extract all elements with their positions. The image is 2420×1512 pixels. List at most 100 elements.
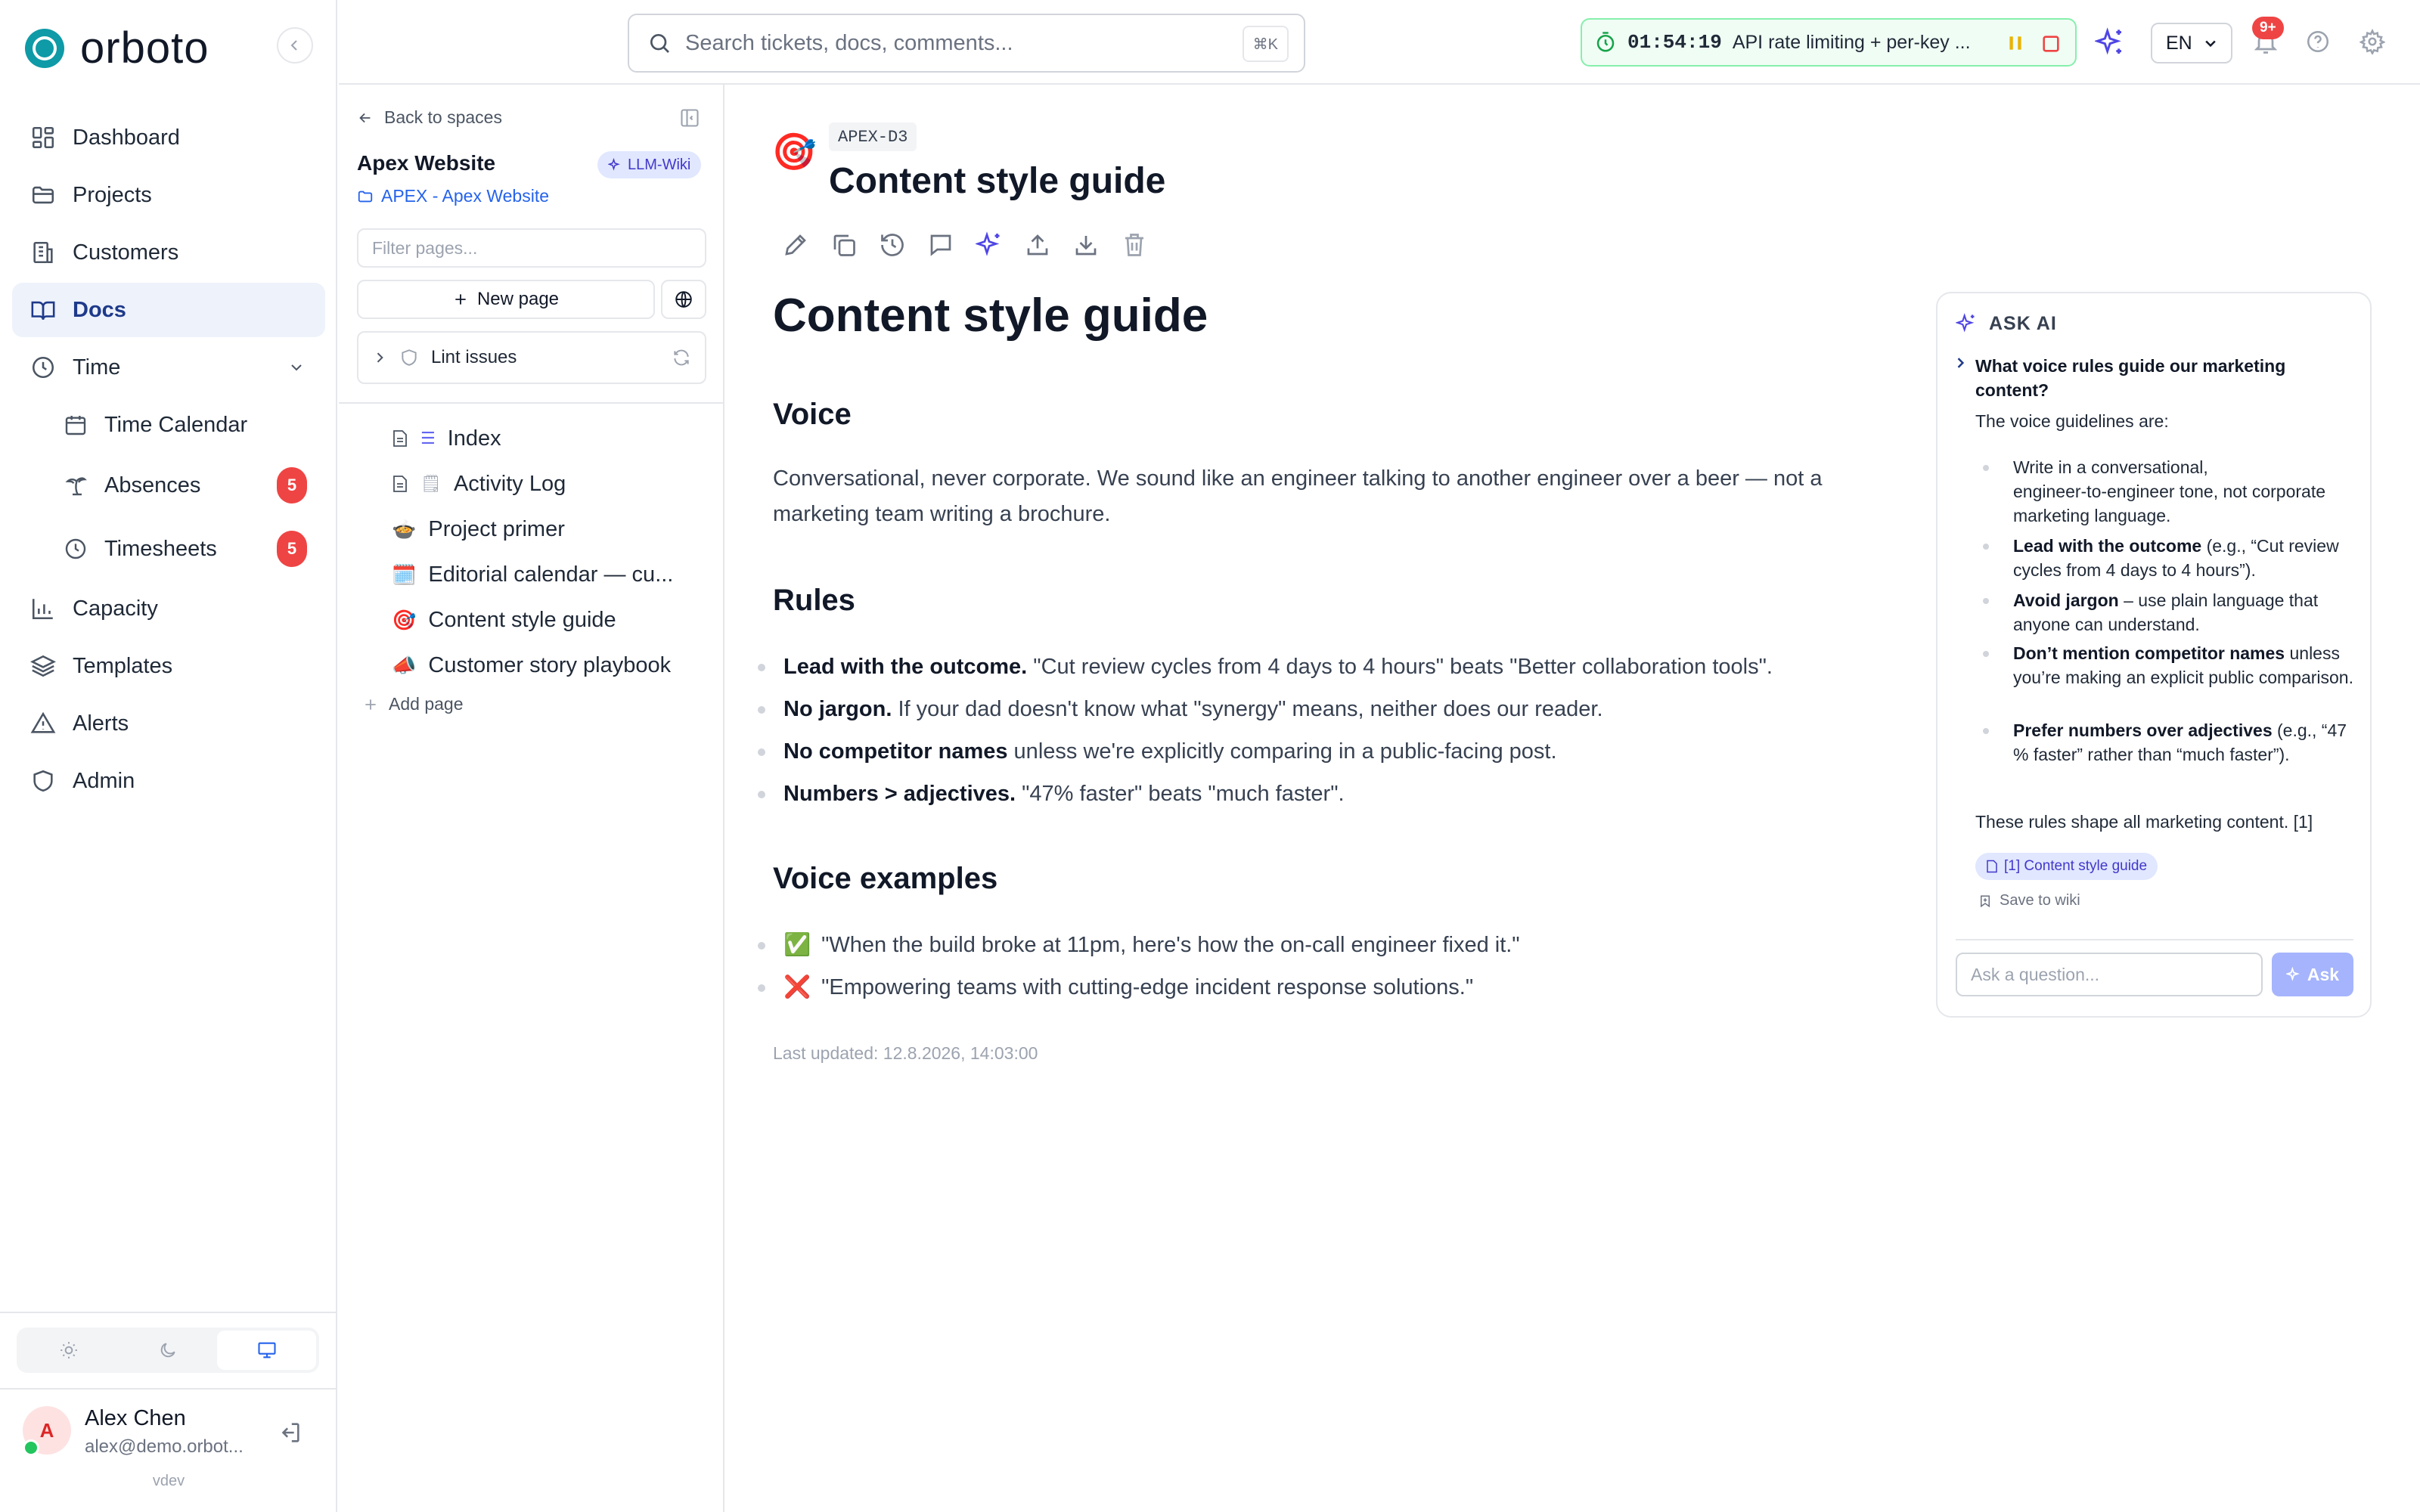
nav-dashboard[interactable]: Dashboard	[12, 110, 325, 165]
running-timer[interactable]: 01:54:19 API rate limiting + per-key ...	[1581, 18, 2077, 67]
nav-time-calendar[interactable]: Time Calendar	[45, 398, 325, 452]
page-project-primer[interactable]: 🍲 Project primer	[392, 508, 565, 550]
page-label: Project primer	[428, 516, 565, 541]
nav-timesheets[interactable]: Timesheets 5	[45, 522, 325, 576]
global-search[interactable]: Search tickets, docs, comments... ⌘K	[628, 14, 1305, 73]
new-page-button[interactable]: New page	[357, 280, 655, 319]
last-updated: Last updated: 12.8.2026, 14:03:00	[773, 1043, 1038, 1063]
citation-label: [1] Content style guide	[2004, 858, 2148, 874]
page-content-style-guide[interactable]: 🎯 Content style guide	[392, 599, 616, 641]
nav-sub-label: Timesheets	[104, 536, 217, 561]
ai-question[interactable]: What voice rules guide our marketing con…	[1975, 354, 2353, 402]
search-icon	[650, 34, 669, 53]
history-icon[interactable]	[879, 231, 906, 259]
palm-tree-icon	[65, 477, 87, 496]
nav-alerts[interactable]: Alerts	[12, 696, 325, 751]
nav-label: Time	[73, 355, 121, 380]
lint-issues-label: Lint issues	[431, 347, 517, 367]
logo[interactable]: orboto	[23, 23, 209, 73]
folder-icon	[358, 191, 373, 202]
docs-tree-panel: Back to spaces Apex Website LLM-Wiki APE…	[339, 85, 724, 1512]
nav-templates[interactable]: Templates	[12, 639, 325, 693]
nav-admin[interactable]: Admin	[12, 754, 325, 808]
rule-text: unless we're explicitly comparing in a p…	[1007, 739, 1557, 764]
search-input[interactable]: Search tickets, docs, comments...	[685, 31, 1013, 56]
ai-sparkles-icon[interactable]	[976, 231, 1003, 259]
save-to-wiki-button[interactable]: Save to wiki	[1978, 892, 2080, 909]
divider	[1956, 939, 2353, 940]
logout-icon[interactable]	[277, 1420, 302, 1445]
ai-item-bold: Lead with the outcome	[2013, 536, 2202, 556]
nav-time[interactable]: Time	[12, 340, 325, 395]
nav-absences[interactable]: Absences 5	[45, 458, 325, 513]
user-name: Alex Chen	[85, 1406, 186, 1430]
upload-icon[interactable]	[1024, 231, 1051, 259]
nav-customers[interactable]: Customers	[12, 225, 325, 280]
nav-capacity[interactable]: Capacity	[12, 581, 325, 636]
online-status-dot	[23, 1439, 39, 1456]
user-email: alex@demo.orbot...	[85, 1436, 244, 1457]
global-page-button[interactable]	[661, 280, 706, 319]
doc-key-badge: APEX-D3	[829, 122, 917, 151]
absences-count-badge: 5	[277, 467, 307, 503]
duplicate-icon[interactable]	[830, 231, 858, 259]
rule-text: "47% faster" beats "much faster".	[1016, 782, 1345, 806]
shield-icon	[33, 770, 53, 792]
doc-title: Content style guide	[829, 161, 1166, 201]
edit-pencil-icon[interactable]	[782, 231, 809, 259]
language-select[interactable]: EN	[2151, 23, 2232, 64]
page-activity-log[interactable]: 🗒 Activity Log	[392, 463, 566, 505]
download-icon[interactable]	[1072, 231, 1100, 259]
trash-icon[interactable]	[1121, 231, 1148, 259]
system-theme-button[interactable]	[217, 1331, 317, 1370]
page-label: Editorial calendar — cu...	[428, 562, 674, 587]
add-page-button[interactable]: Add page	[363, 694, 463, 714]
comment-icon[interactable]	[927, 231, 954, 259]
settings-gear-icon[interactable]	[2360, 29, 2385, 54]
citation-chip[interactable]: [1] Content style guide	[1975, 853, 2158, 880]
example-item: ❌ "Empowering teams with cutting-edge inc…	[758, 972, 1872, 1002]
dark-theme-button[interactable]	[119, 1331, 218, 1370]
filter-pages-input[interactable]: Filter pages...	[357, 228, 706, 268]
back-to-spaces-link[interactable]: Back to spaces	[357, 107, 502, 128]
chevron-right-icon[interactable]	[1953, 355, 1968, 370]
topbar: Search tickets, docs, comments... ⌘K 01:…	[339, 0, 2420, 85]
ai-item-bold: Prefer numbers over adjectives	[2013, 720, 2273, 740]
ask-question-input[interactable]: Ask a question...	[1956, 953, 2263, 996]
rule-bold: Numbers > adjectives.	[783, 782, 1016, 806]
divider	[0, 1388, 337, 1390]
nav-docs[interactable]: Docs	[12, 283, 325, 337]
sparkles-icon	[1956, 313, 1975, 333]
page-emoji: 🍲	[392, 517, 417, 541]
clock-icon	[65, 538, 86, 559]
chevron-down-icon[interactable]	[287, 358, 306, 376]
save-to-wiki-label: Save to wiki	[2000, 892, 2080, 909]
moon-icon	[160, 1343, 175, 1358]
ask-button[interactable]: Ask	[2272, 953, 2353, 996]
panel-collapse-icon[interactable]	[679, 107, 700, 129]
project-link-label: APEX - Apex Website	[381, 186, 550, 206]
collapse-sidebar-button[interactable]	[277, 27, 313, 64]
page-index[interactable]: ☰ Index	[392, 417, 501, 460]
rule-item: Lead with the outcome. "Cut review cycle…	[758, 652, 1872, 682]
page-editorial-calendar[interactable]: 🗓️ Editorial calendar — cu...	[392, 553, 673, 596]
ai-sparkles-icon[interactable]	[2095, 27, 2125, 57]
project-link[interactable]: APEX - Apex Website	[357, 186, 549, 206]
divider	[0, 1312, 337, 1313]
rule-item: No competitor names unless we're explici…	[758, 736, 1872, 767]
refresh-icon[interactable]	[672, 348, 691, 367]
bar-chart-icon	[32, 599, 53, 620]
ai-answer-intro: The voice guidelines are:	[1975, 411, 2169, 431]
add-page-label: Add page	[389, 694, 464, 714]
ai-answer-item: Don’t mention competitor names unless yo…	[1983, 641, 2353, 689]
example-emoji: ❌	[783, 975, 811, 999]
nav-projects[interactable]: Projects	[12, 168, 325, 222]
pause-icon[interactable]	[2006, 33, 2025, 53]
page-customer-story-playbook[interactable]: 📣 Customer story playbook	[392, 644, 671, 686]
example-emoji: ✅	[783, 933, 811, 957]
light-theme-button[interactable]	[20, 1331, 119, 1370]
timer-elapsed: 01:54:19	[1627, 31, 1722, 54]
help-icon[interactable]	[2305, 29, 2331, 54]
lint-issues-panel[interactable]: Lint issues	[357, 331, 706, 384]
stop-icon[interactable]	[2040, 33, 2062, 54]
